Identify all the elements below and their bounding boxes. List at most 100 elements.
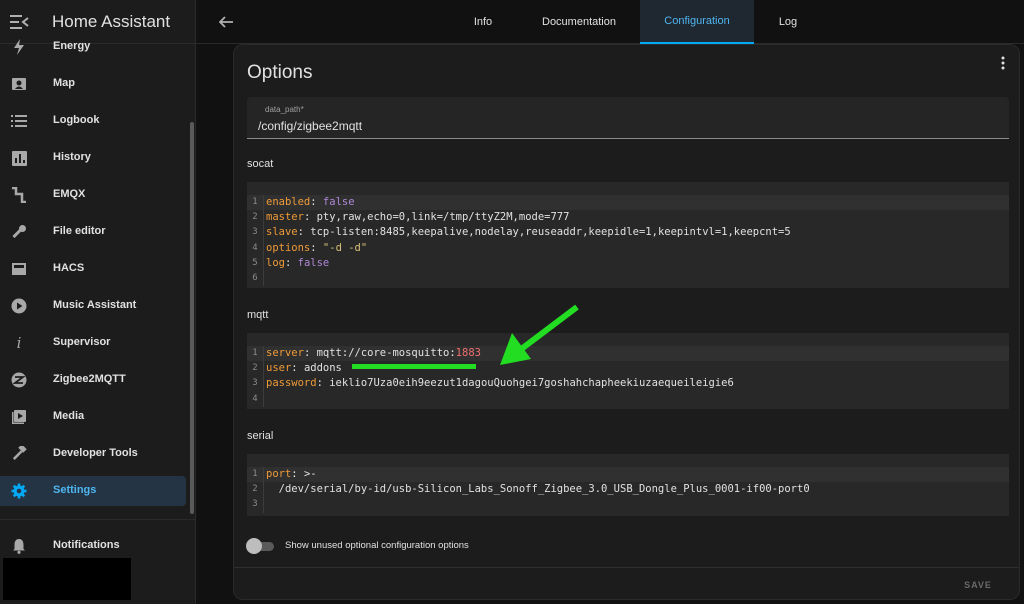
bell-icon (10, 537, 28, 555)
map-icon (10, 75, 28, 93)
chart-icon (10, 149, 28, 167)
hacs-icon (10, 260, 28, 278)
line-number: 3 (247, 497, 264, 513)
sidebar-item-zigbee2mqtt[interactable]: Zigbee2MQTT (0, 365, 186, 395)
emqx-icon (10, 186, 28, 204)
gear-icon (10, 482, 28, 500)
yaml-value: false (322, 196, 355, 208)
yaml-key: options (266, 241, 311, 254)
sidebar-item-developer-tools[interactable]: Developer Tools (0, 439, 186, 469)
list-icon (10, 112, 28, 130)
yaml-key: slave (266, 226, 298, 239)
serial-editor[interactable]: 1 port: >- 2 /dev/serial/by-id/usb-Silico… (247, 454, 1009, 516)
sidebar-item-settings[interactable]: Settings (0, 476, 186, 506)
line-number: 1 (247, 467, 264, 483)
yaml-key: log (266, 256, 285, 269)
sidebar-item-label: Music Assistant (53, 299, 137, 311)
back-arrow-icon[interactable] (218, 14, 234, 30)
sidebar-item-logbook[interactable]: Logbook (0, 106, 186, 136)
sidebar-item-music-assistant[interactable]: Music Assistant (0, 291, 186, 321)
mqtt-editor[interactable]: 1 server: mqtt://core-mosquitto:1883 2 use… (247, 333, 1009, 409)
sidebar-item-label: EMQX (53, 188, 86, 200)
lightning-icon (10, 38, 28, 56)
data-path-field[interactable]: data_path* /config/zigbee2mqtt (247, 97, 1009, 139)
yaml-value: mqtt://core-mosquitto: (316, 347, 456, 359)
toggle-label: Show unused optional configuration optio… (285, 540, 469, 551)
sidebar-item-hacs[interactable]: HACS (0, 254, 186, 284)
zigbee-icon (10, 371, 28, 389)
topbar: Info Documentation Configuration Log (196, 0, 1024, 44)
sidebar-item-notifications[interactable]: Notifications (0, 531, 186, 561)
line-number: 2 (247, 210, 264, 226)
section-mqtt-label: mqtt (247, 309, 269, 321)
line-number: 2 (247, 482, 264, 498)
yaml-value: "-d -d" (322, 241, 368, 254)
sidebar-item-label: Developer Tools (53, 447, 138, 459)
yaml-key: enabled (266, 196, 311, 208)
sidebar: Home Assistant Energy Map Logbook Histor… (0, 0, 196, 604)
toggle-knob (246, 538, 262, 554)
line-number: 3 (247, 225, 264, 241)
card-title: Options (247, 62, 313, 83)
yaml-value: ieklio7Uza0eih9eezut1dagouQuohgei7goshah… (329, 377, 734, 390)
tab-log[interactable]: Log (768, 0, 808, 44)
tab-documentation[interactable]: Documentation (533, 0, 625, 44)
sidebar-item-label: Media (53, 410, 85, 422)
yaml-value: addons (303, 362, 342, 375)
socat-editor[interactable]: 1 enabled: false 2 master: pty,raw,echo=0,… (247, 182, 1009, 288)
play-icon (10, 297, 28, 315)
sidebar-item-label: Notifications (53, 539, 120, 551)
yaml-value: tcp-listen:8485,keepalive,nodelay,reusea… (310, 226, 791, 239)
yaml-value: pty,raw,echo=0,link=/tmp/ttyZ2M,mode=777 (316, 211, 570, 224)
hammer-icon (10, 445, 28, 463)
wrench-icon (10, 223, 28, 241)
sidebar-item-label: Logbook (53, 114, 100, 126)
yaml-key: user (266, 362, 292, 375)
divider (0, 519, 195, 520)
sidebar-item-energy[interactable]: Energy (0, 32, 186, 62)
yaml-key: master (266, 211, 304, 224)
sidebar-item-label: Energy (53, 40, 91, 52)
yaml-key: port (266, 468, 292, 480)
media-icon (10, 408, 28, 426)
yaml-value: /dev/serial/by-id/usb-Silicon_Labs_Sonof… (266, 483, 810, 496)
menu-icon[interactable] (9, 13, 29, 31)
tab-info[interactable]: Info (453, 0, 513, 44)
show-unused-toggle[interactable] (246, 538, 276, 554)
section-socat-label: socat (247, 158, 274, 170)
sidebar-item-label: Zigbee2MQTT (53, 373, 126, 385)
sidebar-item-media[interactable]: Media (0, 402, 186, 432)
line-number: 1 (247, 195, 264, 211)
sidebar-item-label: Map (53, 77, 75, 89)
yaml-value: false (297, 256, 330, 269)
sidebar-item-supervisor[interactable]: i Supervisor (0, 328, 186, 358)
sidebar-item-label: HACS (53, 262, 85, 274)
line-number: 4 (247, 240, 264, 256)
field-label: data_path* (265, 105, 304, 114)
line-number: 5 (247, 255, 264, 271)
sidebar-item-label: File editor (53, 225, 106, 237)
line-number: 2 (247, 361, 264, 377)
section-serial-label: serial (247, 430, 274, 442)
yaml-key: password (266, 377, 317, 390)
sidebar-scrollbar[interactable] (190, 122, 194, 514)
options-card: Options data_path* /config/zigbee2mqtt s… (233, 44, 1020, 600)
line-number: 3 (247, 376, 264, 392)
tab-configuration[interactable]: Configuration (640, 0, 754, 44)
line-number: 4 (247, 391, 264, 407)
more-vert-icon[interactable] (1000, 56, 1006, 70)
sidebar-item-emqx[interactable]: EMQX (0, 180, 186, 210)
sidebar-item-file-editor[interactable]: File editor (0, 217, 186, 247)
field-value: /config/zigbee2mqtt (258, 119, 363, 133)
yaml-key: server (266, 347, 304, 359)
info-icon: i (16, 334, 22, 352)
save-button[interactable]: SAVE (956, 576, 1000, 594)
sidebar-item-history[interactable]: History (0, 143, 186, 173)
redacted-profile (3, 558, 131, 600)
app-title: Home Assistant (52, 12, 171, 31)
yaml-port: 1883 (455, 347, 481, 359)
line-number: 6 (247, 270, 264, 287)
sidebar-item-map[interactable]: Map (0, 69, 186, 99)
sidebar-item-label: History (53, 151, 91, 163)
sidebar-item-label: Settings (53, 484, 97, 496)
